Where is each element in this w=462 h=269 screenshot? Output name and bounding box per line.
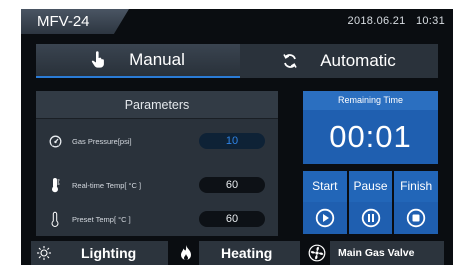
remaining-time-value: 00:01 bbox=[329, 119, 412, 154]
start-label: Start bbox=[303, 171, 347, 202]
thermometer-filled-icon bbox=[46, 177, 64, 193]
gas-pressure-label: Gas Pressure[psi] bbox=[72, 136, 132, 146]
tab-automatic[interactable]: Automatic bbox=[240, 44, 438, 78]
preset-temp-label: Preset Temp[ °C ] bbox=[72, 214, 131, 224]
time-text: 10:31 bbox=[415, 15, 445, 27]
cycle-arrows-icon bbox=[282, 53, 298, 69]
start-button[interactable]: Start bbox=[303, 171, 347, 234]
heating-label: Heating bbox=[221, 245, 273, 261]
mode-tabs: Manual Automatic bbox=[36, 44, 438, 78]
gas-pressure-value[interactable]: 10 bbox=[199, 133, 265, 149]
tab-manual[interactable]: Manual bbox=[36, 44, 240, 78]
hand-pointer-icon bbox=[91, 51, 105, 69]
date-text: 2018.06.21 bbox=[347, 15, 406, 27]
remaining-time-panel: Remaining Time 00:01 bbox=[303, 91, 438, 164]
realtime-temp-label: Real-time Temp[ °C ] bbox=[72, 180, 142, 190]
pause-icon bbox=[361, 202, 381, 234]
pause-button[interactable]: Pause bbox=[348, 171, 393, 234]
finish-button[interactable]: Finish bbox=[394, 171, 439, 234]
remaining-time-title: Remaining Time bbox=[303, 91, 438, 110]
lighting-label: Lighting bbox=[81, 245, 137, 261]
realtime-temp-value: 60 bbox=[199, 177, 265, 193]
stop-icon bbox=[406, 202, 426, 234]
fan-valve-icon bbox=[304, 241, 330, 265]
bottom-toggle-bar: Lighting Heating Main Gas Valve bbox=[21, 241, 453, 265]
finish-label: Finish bbox=[394, 171, 439, 202]
heating-button[interactable]: Heating bbox=[173, 241, 300, 265]
datetime-display: 2018.06.21 10:31 bbox=[348, 15, 445, 27]
device-title-tab: MFV-24 bbox=[21, 9, 129, 34]
play-icon bbox=[315, 202, 335, 234]
preset-temp-value[interactable]: 60 bbox=[199, 211, 265, 227]
param-row-gas-pressure: Gas Pressure[psi] 10 bbox=[36, 131, 278, 151]
lighting-button[interactable]: Lighting bbox=[31, 241, 168, 265]
parameters-title: Parameters bbox=[36, 91, 278, 119]
sun-icon bbox=[31, 241, 57, 265]
tab-automatic-label: Automatic bbox=[320, 51, 396, 70]
gauge-icon bbox=[46, 135, 64, 148]
main-gas-valve-label: Main Gas Valve bbox=[338, 247, 415, 259]
hmi-screen: MFV-24 2018.06.21 10:31 Manual Automatic… bbox=[21, 9, 453, 265]
param-row-realtime-temp: Real-time Temp[ °C ] 60 bbox=[36, 175, 278, 195]
pause-label: Pause bbox=[348, 171, 393, 202]
main-gas-valve-button[interactable]: Main Gas Valve bbox=[304, 241, 444, 265]
device-name: MFV-24 bbox=[37, 13, 90, 30]
thermometer-outline-icon bbox=[46, 211, 64, 227]
tab-manual-label: Manual bbox=[129, 50, 185, 69]
parameters-panel: Parameters Gas Pressure[psi] 10 Real-tim… bbox=[36, 91, 278, 236]
process-controls: Start Pause Finish bbox=[303, 171, 439, 234]
flame-icon bbox=[173, 241, 199, 265]
param-row-preset-temp: Preset Temp[ °C ] 60 bbox=[36, 209, 278, 229]
